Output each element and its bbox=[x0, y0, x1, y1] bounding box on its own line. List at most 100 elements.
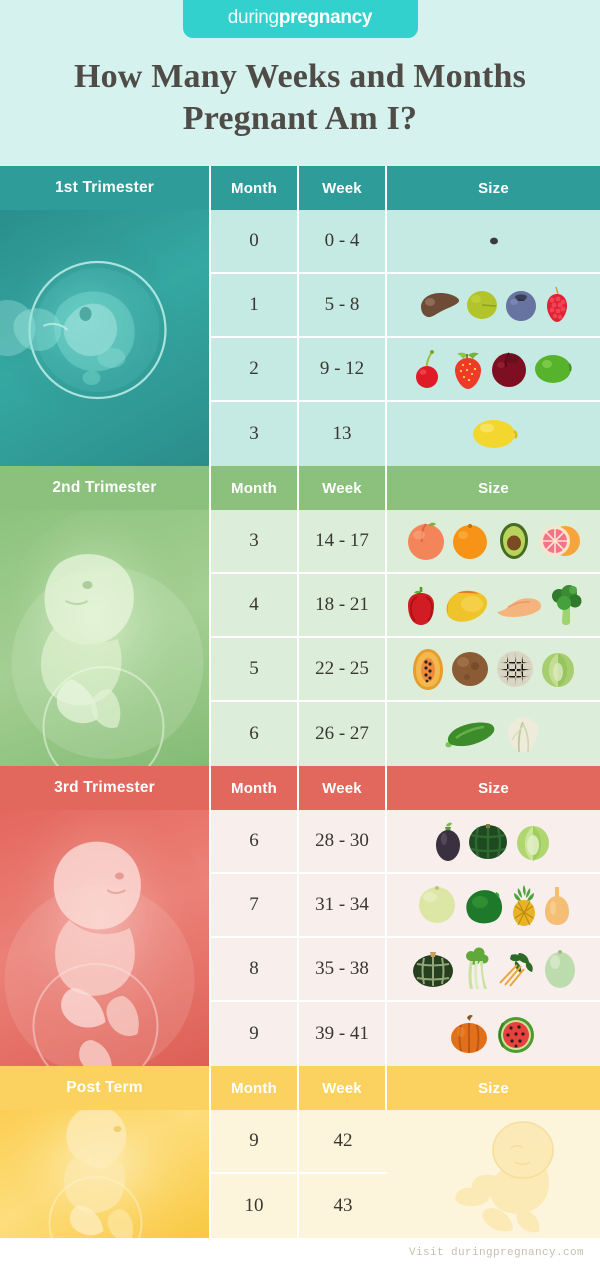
section-header-row: 3rd Trimester Month Week Size bbox=[0, 766, 600, 810]
section-title: 1st Trimester bbox=[0, 166, 211, 210]
cell-week: 13 bbox=[299, 402, 387, 466]
cell-week: 14 - 17 bbox=[299, 510, 387, 574]
section-title: Post Term bbox=[0, 1066, 211, 1110]
section-title: 3rd Trimester bbox=[0, 766, 211, 810]
orange-icon bbox=[451, 522, 489, 560]
cell-size bbox=[387, 1002, 600, 1066]
cell-month: 9 bbox=[211, 1110, 299, 1174]
page-title: How Many Weeks and Months Pregnant Am I? bbox=[73, 57, 527, 137]
cell-size bbox=[387, 510, 600, 574]
bell-pepper-icon bbox=[404, 584, 438, 626]
table-row: 8 35 - 38 bbox=[211, 938, 600, 1002]
cell-week: 39 - 41 bbox=[299, 1002, 387, 1066]
section-2nd-trimester: 2nd Trimester Month Week Size 3 14 - 17 4 18 - … bbox=[0, 466, 600, 766]
cell-week: 22 - 25 bbox=[299, 638, 387, 702]
cell-size-newborn-outline bbox=[387, 1110, 600, 1238]
brand-logo-badge[interactable]: duringpregnancy bbox=[182, 0, 418, 38]
footer-attribution: Visit duringpregnancy.com bbox=[408, 1247, 584, 1259]
cell-month: 8 bbox=[211, 938, 299, 1002]
brand-logo-text: duringpregnancy bbox=[205, 6, 396, 30]
illustration-fetus-illustration-red bbox=[0, 810, 211, 1066]
column-header-month: Month bbox=[211, 166, 299, 210]
section-body: 6 28 - 30 7 31 - 34 8 35 - 38 9 39 - 41 bbox=[0, 810, 600, 1066]
cantaloupe-icon bbox=[495, 650, 535, 688]
broccoli-icon bbox=[549, 584, 583, 626]
section-header-row: Post Term Month Week Size bbox=[0, 1066, 600, 1110]
section-body: 9 42 10 43 bbox=[0, 1110, 600, 1238]
butternut-squash-icon bbox=[544, 884, 570, 926]
swiss-chard-icon bbox=[497, 949, 539, 989]
strawberry-icon bbox=[451, 347, 485, 391]
cell-month: 3 bbox=[211, 402, 299, 466]
cell-month: 0 bbox=[211, 210, 299, 274]
cell-month: 9 bbox=[211, 1002, 299, 1066]
table-row: 3 13 bbox=[211, 402, 600, 466]
table-row: 4 18 - 21 bbox=[211, 574, 600, 638]
post-term-rows: 9 42 10 43 bbox=[211, 1110, 387, 1238]
cell-size bbox=[387, 938, 600, 1002]
section-header-row: 2nd Trimester Month Week Size bbox=[0, 466, 600, 510]
honeydew-icon bbox=[417, 886, 457, 924]
column-header-size: Size bbox=[387, 766, 600, 810]
kabocha-squash-icon bbox=[411, 950, 455, 988]
lime-icon bbox=[533, 352, 573, 386]
squash-icon bbox=[462, 886, 504, 924]
column-header-size: Size bbox=[387, 1066, 600, 1110]
cell-week: 43 bbox=[299, 1174, 387, 1238]
section-3rd-trimester: 3rd Trimester Month Week Size 6 28 - 30 7 31 - … bbox=[0, 766, 600, 1066]
column-header-size: Size bbox=[387, 466, 600, 510]
table-row: 7 31 - 34 bbox=[211, 874, 600, 938]
section-post-term: Post Term Month Week Size 9 42 10 43 bbox=[0, 1066, 600, 1238]
cell-week: 35 - 38 bbox=[299, 938, 387, 1002]
zucchini-icon bbox=[444, 720, 498, 748]
pumpkin-icon bbox=[449, 1014, 489, 1054]
table-row: 5 22 - 25 bbox=[211, 638, 600, 702]
table-row: 9 42 bbox=[211, 1110, 387, 1174]
cell-week: 18 - 21 bbox=[299, 574, 387, 638]
napa-cabbage-icon bbox=[514, 821, 552, 861]
cell-size bbox=[387, 574, 600, 638]
fig-icon bbox=[416, 288, 460, 322]
header: duringpregnancy How Many Weeks and Month… bbox=[0, 0, 600, 166]
poppy-seed-icon bbox=[488, 235, 500, 247]
footer: Visit duringpregnancy.com bbox=[0, 1238, 600, 1268]
cell-month: 6 bbox=[211, 810, 299, 874]
infographic-root: duringpregnancy How Many Weeks and Month… bbox=[0, 0, 600, 1268]
celery-icon bbox=[460, 947, 492, 991]
cabbage-icon bbox=[540, 650, 576, 688]
cell-week: 9 - 12 bbox=[299, 338, 387, 402]
cell-size bbox=[387, 810, 600, 874]
cell-week: 42 bbox=[299, 1110, 387, 1174]
pineapple-icon bbox=[509, 883, 539, 927]
cell-week: 26 - 27 bbox=[299, 702, 387, 766]
sweet-potato-icon bbox=[494, 591, 544, 619]
cell-size bbox=[387, 274, 600, 338]
cell-month: 4 bbox=[211, 574, 299, 638]
section-header-row: 1st Trimester Month Week Size bbox=[0, 166, 600, 210]
table-row: 00 - 4 bbox=[211, 210, 600, 274]
table-row: 3 14 - 17 bbox=[211, 510, 600, 574]
cell-month: 5 bbox=[211, 638, 299, 702]
table-row: 10 43 bbox=[211, 1174, 387, 1238]
rows-wrapper: 6 28 - 30 7 31 - 34 8 35 - 38 9 39 - 41 bbox=[211, 810, 600, 1066]
table-row: 15 - 8 bbox=[211, 274, 600, 338]
avocado-icon bbox=[494, 521, 534, 561]
section-title: 2nd Trimester bbox=[0, 466, 211, 510]
illustration-embryo-illustration-teal bbox=[0, 210, 211, 466]
column-header-month: Month bbox=[211, 466, 299, 510]
cell-size bbox=[387, 702, 600, 766]
rows-wrapper: 00 - 415 - 829 - 12 3 13 bbox=[211, 210, 600, 466]
cell-week: 0 - 4 bbox=[299, 210, 387, 274]
table-row: 9 39 - 41 bbox=[211, 1002, 600, 1066]
column-header-week: Week bbox=[299, 466, 387, 510]
cell-size bbox=[387, 402, 600, 466]
rows-wrapper: 3 14 - 17 4 18 - 21 5 22 - 25 6 26 - 27 bbox=[211, 510, 600, 766]
grapefruit-icon bbox=[539, 522, 581, 560]
column-header-week: Week bbox=[299, 166, 387, 210]
cell-size bbox=[387, 874, 600, 938]
mango-icon bbox=[443, 587, 489, 623]
cherry-icon bbox=[414, 348, 446, 390]
winter-melon-icon bbox=[544, 949, 576, 989]
column-header-month: Month bbox=[211, 766, 299, 810]
cell-size bbox=[387, 210, 600, 274]
